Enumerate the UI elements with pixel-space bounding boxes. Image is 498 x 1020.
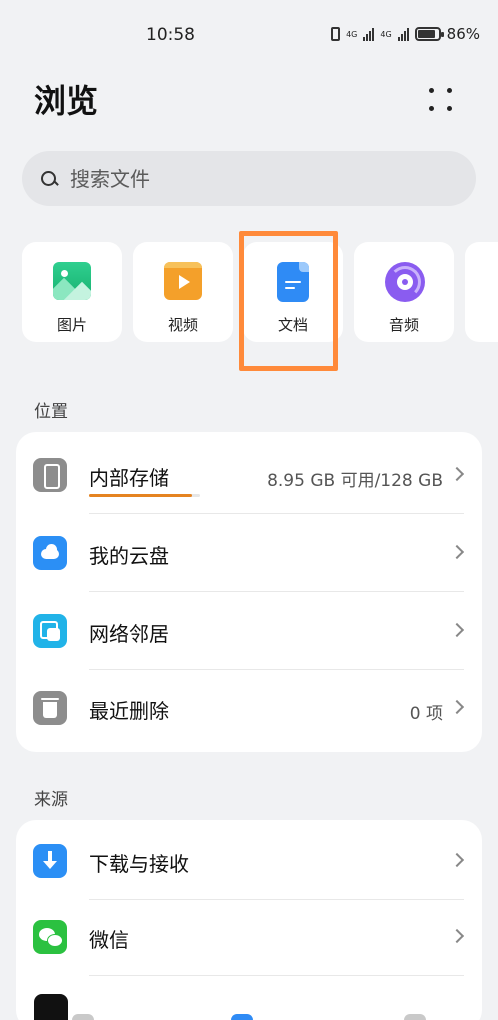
locations-card: 内部存储 8.95 GB 可用/128 GB 我的云盘 网络邻居 最近删除 0 … — [16, 432, 482, 752]
chevron-right-icon — [449, 699, 465, 715]
category-videos[interactable]: 视频 — [133, 242, 233, 342]
wechat-icon — [33, 920, 67, 954]
chevron-right-icon — [449, 928, 465, 944]
chevron-right-icon — [449, 466, 465, 482]
bottom-tab-stub[interactable] — [72, 1014, 94, 1020]
status-time: 10:58 — [146, 25, 195, 45]
highlight-box — [239, 231, 338, 371]
row-label: 我的云盘 — [89, 544, 169, 568]
audio-icon — [385, 262, 425, 302]
category-label: 图片 — [56, 316, 87, 334]
source-downloads[interactable]: 下载与接收 — [16, 822, 482, 900]
row-label: 最近删除 — [89, 699, 169, 723]
storage-value: 8.95 GB 可用/128 GB — [267, 471, 443, 491]
search-bar[interactable] — [22, 151, 476, 206]
status-bar: 10:58 4G 4G 86% — [0, 0, 498, 72]
net-type-b: 4G — [380, 29, 392, 39]
row-label: 网络邻居 — [89, 622, 169, 646]
battery-fill — [417, 30, 435, 38]
location-network[interactable]: 网络邻居 — [16, 592, 482, 670]
battery-icon — [414, 27, 444, 41]
search-icon — [40, 170, 58, 188]
storage-usage-fill — [89, 494, 193, 497]
battery-percent: 86% — [446, 25, 480, 43]
vibrate-icon — [331, 27, 341, 41]
row-label: 内部存储 — [89, 466, 169, 490]
section-label-sources: 来源 — [34, 790, 68, 810]
file-manager-screen: 10:58 4G 4G 86% 浏览 图片 视频 — [0, 0, 498, 1020]
deleted-count: 0 项 — [409, 704, 443, 724]
category-audio[interactable]: 音频 — [354, 242, 454, 342]
sources-card: 下载与接收 微信 — [16, 820, 482, 1020]
download-icon — [33, 844, 67, 878]
bottom-tab-stub[interactable] — [404, 1014, 426, 1020]
net-type-a: 4G — [346, 29, 358, 39]
location-internal-storage[interactable]: 内部存储 8.95 GB 可用/128 GB — [16, 436, 482, 514]
storage-usage-bar — [89, 494, 200, 497]
chevron-right-icon — [449, 544, 465, 560]
category-label: 视频 — [167, 316, 198, 334]
section-label-locations: 位置 — [34, 402, 68, 422]
category-images[interactable]: 图片 — [22, 242, 122, 342]
partial-source-icon — [34, 994, 68, 1020]
category-label: 音频 — [388, 316, 419, 334]
cloud-icon — [33, 536, 67, 570]
row-label: 下载与接收 — [89, 852, 189, 876]
chevron-right-icon — [449, 622, 465, 638]
signal-icon — [363, 27, 375, 41]
network-icon — [33, 614, 67, 648]
bottom-tab-stub-active[interactable] — [231, 1014, 253, 1020]
signal-icon-2 — [397, 27, 409, 41]
location-cloud-drive[interactable]: 我的云盘 — [16, 514, 482, 592]
location-recently-deleted[interactable]: 最近删除 0 项 — [16, 669, 482, 747]
chevron-right-icon — [449, 852, 465, 868]
image-icon — [53, 262, 91, 302]
divider — [89, 975, 464, 976]
page-title: 浏览 — [34, 82, 99, 120]
category-more-partial[interactable] — [465, 242, 498, 342]
phone-icon — [33, 458, 67, 492]
status-indicators: 4G 4G 86% — [331, 25, 480, 43]
row-label: 微信 — [89, 928, 129, 952]
source-wechat[interactable]: 微信 — [16, 898, 482, 976]
more-vertical-dots-icon[interactable] — [418, 82, 458, 118]
video-icon — [164, 262, 202, 302]
search-input[interactable] — [70, 166, 430, 191]
trash-icon — [33, 691, 67, 725]
